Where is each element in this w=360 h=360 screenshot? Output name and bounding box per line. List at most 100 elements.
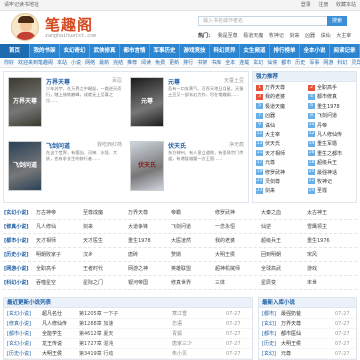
rank-item[interactable]: 24 圣墟 xyxy=(305,187,357,196)
subnav-link[interactable]: 小说 xyxy=(71,60,81,66)
rank-item[interactable]: 18 超级兵王 xyxy=(305,159,357,168)
category-book-link[interactable]: 游戏 xyxy=(307,263,317,275)
category-book-link[interactable]: 英雄联盟 xyxy=(171,263,191,275)
subnav-link[interactable]: 书库 xyxy=(211,60,221,66)
arrival-book-title[interactable]: 都市医仙 xyxy=(281,329,301,338)
update-category[interactable]: [玄幻小说] xyxy=(7,309,31,318)
site-title[interactable]: 笔趣阁 xyxy=(45,14,93,35)
category-label[interactable]: [科幻小说] xyxy=(4,277,29,289)
rank-item[interactable]: 11 大主宰 xyxy=(253,131,305,140)
rank-item[interactable]: 23 剑来 xyxy=(253,187,305,196)
rank-item[interactable]: 16 重生之都市 xyxy=(305,150,357,159)
rank-book-title[interactable]: 最强神话 xyxy=(317,170,337,176)
category-book-link[interactable]: 仙逆 xyxy=(261,221,271,233)
category-book-link[interactable]: 飞剑问道 xyxy=(171,221,191,233)
nav-item[interactable]: 玄幻奇幻 xyxy=(60,44,90,58)
book-cover[interactable]: 万界天尊 xyxy=(8,77,42,127)
arrival-category[interactable]: [玄幻] xyxy=(262,319,276,328)
category-book-link[interactable]: 万古神帝 xyxy=(36,207,56,219)
rank-book-title[interactable]: 全职高手 xyxy=(317,85,337,91)
rank-book-title[interactable]: 修罗武神 xyxy=(265,170,285,176)
category-book-link[interactable]: 大明王侯 xyxy=(215,249,235,261)
category-book-link[interactable]: 天才相师 xyxy=(36,235,56,247)
book-title[interactable]: 伏天氏 xyxy=(168,141,186,150)
rank-item[interactable]: 22 牧神记 xyxy=(305,178,357,187)
book-cover[interactable]: 飞剑问道 xyxy=(8,141,42,191)
rank-book-title[interactable]: 圣墟 xyxy=(317,188,327,194)
rank-book-title[interactable]: 重生军婚 xyxy=(317,141,337,147)
rank-item[interactable]: 13 伏天氏 xyxy=(253,140,305,149)
category-book-link[interactable]: 大秦之血 xyxy=(261,207,281,219)
rank-book-title[interactable]: 剑来 xyxy=(265,188,275,194)
rank-item[interactable]: 3 我的老婆 xyxy=(253,93,305,102)
rank-item[interactable]: 5 极道天魔 xyxy=(253,103,305,112)
rank-item[interactable]: 8 飞剑问道 xyxy=(305,112,357,121)
category-label[interactable]: [玄幻小说] xyxy=(4,207,29,219)
subnav-link[interactable]: 排行 xyxy=(183,60,193,66)
book-card[interactable]: 万界天尊 万界天尊 百忍 少年苏宇，在万界之中崛起，一路逆天而行，踏上修炼巅峰，成就无… xyxy=(6,74,126,138)
book-title[interactable]: 万界天尊 xyxy=(46,77,70,86)
category-book-link[interactable]: 剑来 xyxy=(83,221,93,233)
category-book-link[interactable]: 汉乡 xyxy=(83,249,93,261)
hot-item[interactable]: 大主宰 xyxy=(336,33,351,39)
update-chapter[interactable]: 第1727章 混沌 xyxy=(79,339,113,348)
rank-book-title[interactable]: 天才相师 xyxy=(265,151,285,157)
update-book-title[interactable]: 凡人修仙传 xyxy=(42,319,67,328)
rank-book-title[interactable]: 重生1978 xyxy=(317,104,340,110)
subnav-link[interactable]: 本站 xyxy=(57,60,67,66)
hot-item[interactable]: 诛仙 xyxy=(321,33,331,39)
category-book-link[interactable]: 王者时代 xyxy=(83,263,103,275)
update-category[interactable]: [玄幻小说] xyxy=(7,339,31,348)
category-book-link[interactable]: 三体 xyxy=(215,277,225,289)
category-book-link[interactable]: 唐砖 xyxy=(128,249,138,261)
category-book-link[interactable]: 重生1976 xyxy=(307,235,330,247)
category-book-link[interactable]: 修真世界 xyxy=(171,277,191,289)
hot-item[interactable]: 凶器 xyxy=(305,33,315,39)
subnav-link[interactable]: 欢迎来到笔趣阁 xyxy=(18,60,53,66)
subnav-link[interactable]: 全本 xyxy=(225,60,235,66)
arrival-book-title[interactable]: 大明王侯 xyxy=(281,339,301,348)
category-book-link[interactable]: 一念永恒 xyxy=(215,221,235,233)
subnav-link[interactable]: 书架 xyxy=(197,60,207,66)
book-cover[interactable]: 伏天氏 xyxy=(130,141,164,191)
category-label[interactable]: [都市小说] xyxy=(4,235,29,247)
nav-item[interactable]: 阅读记录 xyxy=(330,44,360,58)
subnav-link[interactable]: 推荐 xyxy=(127,60,137,66)
subnav-link[interactable]: 更新 xyxy=(169,60,179,66)
update-category[interactable]: [修真小说] xyxy=(7,319,31,328)
book-card[interactable]: 飞剑问道 飞剑问道 我吃西红柿 在这个世界，有狐仙、河神、水怪、大妖，也有求长生的修行… xyxy=(6,138,126,202)
rank-book-title[interactable]: 飞剑问道 xyxy=(317,113,337,119)
category-book-link[interactable]: 雪鹰领主 xyxy=(307,221,327,233)
category-label[interactable]: [网游小说] xyxy=(4,263,29,275)
subnav-link[interactable]: 仙侠 xyxy=(267,60,277,66)
category-book-link[interactable]: 大医凌然 xyxy=(171,235,191,247)
book-title[interactable]: 元尊 xyxy=(168,77,180,86)
rank-item[interactable]: 14 重生军婚 xyxy=(305,140,357,149)
hot-item[interactable]: 牧神记 xyxy=(269,33,284,39)
rank-item[interactable]: 2 全职高手 xyxy=(305,84,357,93)
rank-item[interactable]: 19 修罗武神 xyxy=(253,169,305,178)
subnav-link[interactable]: 历史 xyxy=(295,60,305,66)
rank-book-title[interactable]: 丹帝 xyxy=(317,123,327,129)
nav-item[interactable]: 军事历史 xyxy=(150,44,180,58)
category-book-link[interactable]: 回到明朝 xyxy=(261,249,281,261)
category-label[interactable]: [修真小说] xyxy=(4,221,29,233)
rank-item[interactable]: 12 凡人修仙传 xyxy=(305,131,357,140)
arrival-book-title[interactable]: 万界天尊 xyxy=(281,319,301,328)
login-link[interactable]: 登录 xyxy=(301,2,311,8)
subnav-link[interactable]: 最新 xyxy=(99,60,109,66)
rank-book-title[interactable]: 超级兵王 xyxy=(317,160,337,166)
rank-book-title[interactable]: 牧神记 xyxy=(317,179,332,185)
subnav-link[interactable]: 完结 xyxy=(113,60,123,66)
rank-item[interactable]: 7 凶器 xyxy=(253,112,305,121)
category-book-link[interactable]: 万界天尊 xyxy=(128,207,148,219)
rank-item[interactable]: 17 元尊 xyxy=(253,159,305,168)
rank-item[interactable]: 6 重生1978 xyxy=(305,103,357,112)
hot-item[interactable]: 极道天魔 xyxy=(243,33,263,39)
rank-book-title[interactable]: 都市修真 xyxy=(317,94,337,100)
nav-item[interactable]: 我的书架 xyxy=(30,44,60,58)
book-title[interactable]: 飞剑问道 xyxy=(46,141,70,150)
rank-book-title[interactable]: 元尊 xyxy=(265,160,275,166)
book-card[interactable]: 元尊 元尊 天蚕土豆 吾有一口玄黄气，可吞天地日月星。天蚕土豆又一部玄幻力作，尽在笔趣… xyxy=(128,74,248,138)
category-book-link[interactable]: 大道争锋 xyxy=(128,221,148,233)
